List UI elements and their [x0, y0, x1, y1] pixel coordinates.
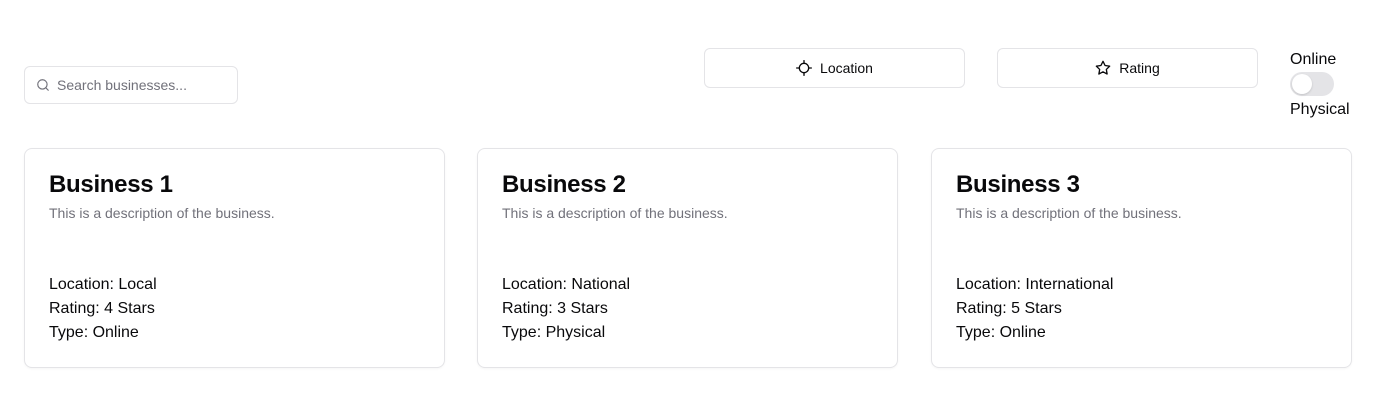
business-rating: Rating: 3 Stars — [502, 300, 608, 317]
business-description: This is a description of the business. — [49, 205, 275, 221]
search-icon — [37, 79, 49, 91]
online-label: Online — [1290, 51, 1337, 68]
search-input[interactable] — [57, 67, 233, 103]
location-filter-button[interactable]: Location — [704, 48, 965, 88]
type-toggle-group: Online Physical — [1290, 50, 1370, 120]
business-type: Type: Online — [956, 324, 1046, 341]
business-name: Business 2 — [502, 171, 626, 198]
rating-filter-button[interactable]: Rating — [997, 48, 1258, 88]
business-rating: Rating: 5 Stars — [956, 300, 1062, 317]
business-type: Type: Online — [49, 324, 139, 341]
rating-filter-label: Rating — [1119, 60, 1160, 76]
physical-label: Physical — [1290, 101, 1350, 118]
business-card: Business 1 This is a description of the … — [24, 148, 445, 368]
type-toggle-switch[interactable] — [1290, 72, 1334, 96]
business-name: Business 1 — [49, 171, 173, 198]
crosshair-icon — [796, 60, 813, 76]
business-location: Location: Local — [49, 276, 157, 293]
business-description: This is a description of the business. — [956, 205, 1182, 221]
business-details: Location: Local Rating: 4 Stars Type: On… — [49, 273, 157, 345]
switch-thumb — [1292, 74, 1312, 94]
star-icon — [1095, 60, 1111, 75]
business-location: Location: National — [502, 276, 631, 293]
business-card: Business 3 This is a description of the … — [931, 148, 1352, 368]
business-name: Business 3 — [956, 171, 1080, 198]
business-rating: Rating: 4 Stars — [49, 300, 155, 317]
business-card: Business 2 This is a description of the … — [477, 148, 898, 368]
business-location: Location: International — [956, 276, 1114, 293]
business-type: Type: Physical — [502, 324, 606, 341]
business-details: Location: National Rating: 3 Stars Type:… — [502, 273, 630, 345]
business-details: Location: International Rating: 5 Stars … — [956, 273, 1113, 345]
location-filter-label: Location — [820, 60, 873, 76]
business-description: This is a description of the business. — [502, 205, 728, 221]
search-box[interactable] — [24, 66, 238, 104]
